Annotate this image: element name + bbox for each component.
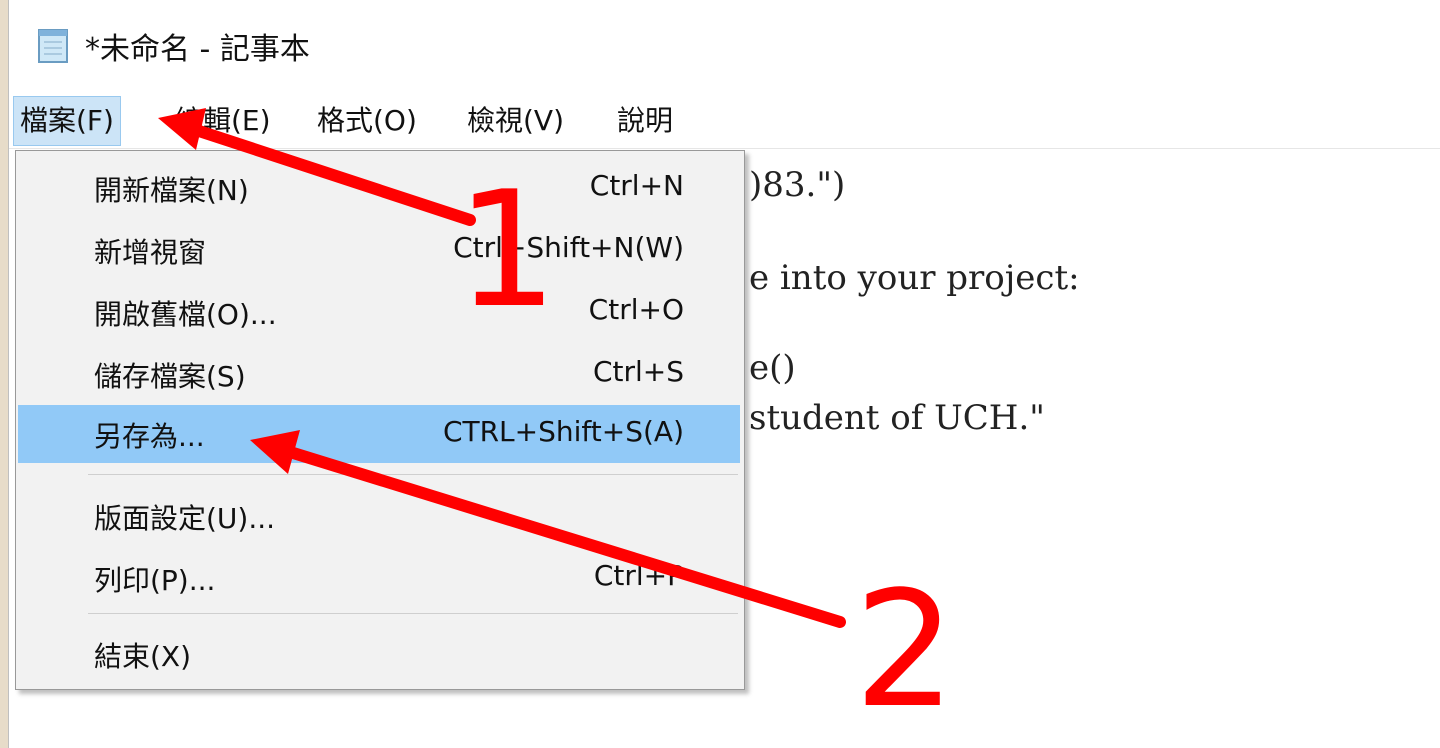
window-title: *未命名 - 記事本 [85,32,310,67]
menu-item-label: 版面設定(U)... [94,502,276,535]
menu-item-label: 列印(P)... [94,564,216,597]
menu-item-save-as[interactable]: 另存為... CTRL+Shift+S(A) [18,405,740,463]
menu-item-save[interactable]: 儲存檔案(S) Ctrl+S [18,345,740,403]
menu-item-page-setup[interactable]: 版面設定(U)... [18,487,740,545]
menu-item-print[interactable]: 列印(P)... Ctrl+P [18,549,740,607]
menu-item-label: 新增視窗 [94,236,207,269]
menu-item-label: 開啟舊檔(O)... [94,298,277,331]
menu-separator [88,474,738,475]
editor-line: )83.") [749,165,846,205]
editor-line: e() [749,348,796,388]
file-menu-dropdown: 開新檔案(N) Ctrl+N 新增視窗 Ctrl+Shift+N(W) 開啟舊檔… [15,150,745,690]
menu-item-shortcut: Ctrl+O [588,293,684,326]
menu-format[interactable]: 格式(O) [311,96,423,146]
menu-help[interactable]: 說明 [611,96,679,146]
menu-item-label: 另存為... [94,420,205,453]
step-2-label: 2 [854,556,956,743]
menu-edit[interactable]: 編輯(E) [169,96,277,146]
menu-item-shortcut: Ctrl+N [589,169,684,202]
menu-separator [88,613,738,614]
title-bar: *未命名 - 記事本 [9,0,1440,88]
menu-item-new[interactable]: 開新檔案(N) Ctrl+N [18,159,740,217]
menu-item-label: 結束(X) [94,640,192,673]
menu-item-exit[interactable]: 結束(X) [18,625,740,683]
menu-item-new-window[interactable]: 新增視窗 Ctrl+Shift+N(W) [18,221,740,279]
notepad-icon [38,29,68,63]
step-1-label: 1 [456,156,558,343]
editor-line: student of UCH." [749,398,1045,438]
menu-file[interactable]: 檔案(F) [13,96,121,146]
editor-line: e into your project: [749,258,1080,298]
menu-item-shortcut: Ctrl+P [593,559,684,592]
menu-item-label: 儲存檔案(S) [94,360,246,393]
menu-item-shortcut: CTRL+Shift+S(A) [442,415,684,448]
menu-item-open[interactable]: 開啟舊檔(O)... Ctrl+O [18,283,740,341]
menu-view[interactable]: 檢視(V) [461,96,570,146]
menu-bar: 檔案(F) 編輯(E) 格式(O) 檢視(V) 說明 [9,96,1440,149]
menu-item-label: 開新檔案(N) [94,174,249,207]
menu-item-shortcut: Ctrl+S [592,355,684,388]
